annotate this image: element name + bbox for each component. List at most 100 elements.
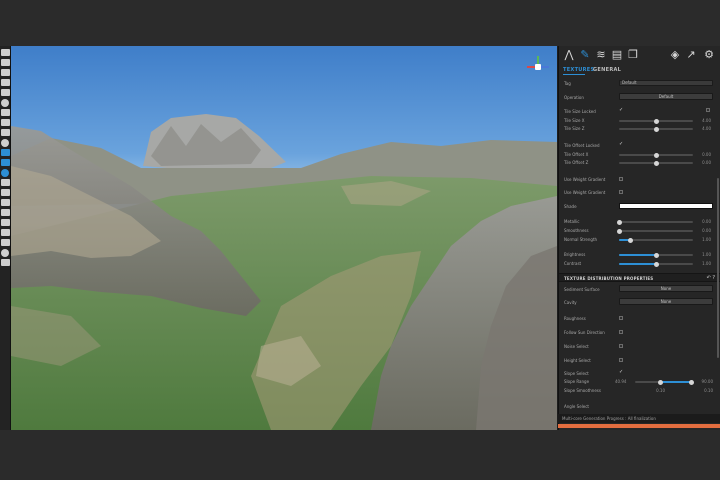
tile-offset-x-slider[interactable] [619, 152, 693, 158]
star-icon[interactable] [1, 259, 10, 266]
smoothness-value: 0.00 [702, 228, 711, 233]
close-icon[interactable] [1, 209, 10, 216]
tile-size-x-value: 4.00 [702, 118, 711, 123]
tile-offset-z-knob[interactable] [653, 160, 659, 166]
bottom-letterbox [0, 430, 720, 480]
slope-select-checkbox[interactable]: ✓ [619, 370, 624, 375]
layers-icon[interactable] [1, 129, 10, 136]
save-icon[interactable] [1, 79, 10, 86]
texture-distribution-header[interactable]: TEXTURE DISTRIBUTION PROPERTIES ↶ ? [559, 273, 720, 282]
normal-strength-slider[interactable] [619, 237, 693, 243]
cavity-dropdown[interactable]: None [619, 298, 713, 305]
slope-range-high-knob[interactable] [688, 379, 694, 385]
camera-icon[interactable] [1, 119, 10, 126]
follow-sun-direction-checkbox[interactable] [619, 330, 623, 334]
tab-general[interactable]: GENERAL [593, 67, 621, 73]
slope-range-low-knob[interactable] [657, 379, 663, 385]
angle-select-label: Angle Select [564, 404, 589, 409]
tile-size-lock-toggle[interactable] [706, 108, 710, 112]
height-select-checkbox[interactable] [619, 358, 623, 362]
brightness-label: Brightness [564, 252, 586, 257]
mask-icon[interactable] [1, 199, 10, 206]
slope-range-slider[interactable] [635, 379, 694, 385]
terrain-icon[interactable]: ⋀ [563, 49, 575, 61]
tile-size-z-label: Tile Size Z [564, 126, 585, 131]
contrast-slider[interactable] [619, 261, 693, 267]
shade-color-swatch[interactable] [619, 203, 713, 209]
grid-icon[interactable] [1, 109, 10, 116]
water-tool-icon[interactable] [1, 169, 9, 177]
tile-size-locked-checkbox[interactable]: ✓ [619, 108, 624, 113]
terrain-viewport[interactable] [11, 46, 557, 430]
use-weight-gradient-2-checkbox[interactable] [619, 190, 623, 194]
tile-size-z-knob[interactable] [653, 126, 659, 132]
brightness-slider[interactable] [619, 252, 693, 258]
texture-distribution-title: TEXTURE DISTRIBUTION PROPERTIES [564, 276, 654, 281]
metallic-label: Metallic [564, 219, 580, 224]
slope-range-min[interactable]: 40.94 [615, 379, 633, 384]
tile-size-z-slider[interactable] [619, 126, 693, 132]
sediment-surface-dropdown[interactable]: None [619, 285, 713, 292]
operation-label: Operation [564, 95, 584, 100]
tile-size-z-value: 4.00 [702, 126, 711, 131]
metallic-knob[interactable] [616, 219, 622, 225]
brush-icon[interactable]: ✎ [579, 49, 591, 61]
contrast-knob[interactable] [653, 261, 659, 267]
roughness-checkbox[interactable] [619, 316, 623, 320]
brightness-fill [619, 254, 656, 256]
active-tab-indicator [563, 74, 585, 75]
cube-icon[interactable]: ◈ [669, 49, 681, 61]
info-icon[interactable] [1, 249, 9, 257]
brightness-knob[interactable] [653, 252, 659, 258]
panel-tabs: TEXTURES GENERAL [559, 66, 720, 75]
water-icon[interactable]: ≋ [595, 49, 607, 61]
tile-offset-x-label: Tile Offset X [564, 152, 589, 157]
reset-help-icon[interactable]: ↶ ? [707, 275, 715, 281]
stamp-icon[interactable] [1, 179, 10, 186]
sun-icon[interactable] [1, 139, 9, 147]
use-weight-gradient-2-label: Use Weight Gradient [564, 190, 606, 195]
height-select-label: Height Select [564, 358, 591, 363]
contrast-value: 1.00 [702, 261, 711, 266]
tile-size-x-slider[interactable] [619, 118, 693, 124]
copy-icon[interactable]: ❐ [627, 49, 639, 61]
new-file-icon[interactable] [1, 49, 10, 56]
slope-smoothness-max[interactable]: 0.10 [695, 388, 713, 393]
noise-select-checkbox[interactable] [619, 344, 623, 348]
tile-offset-z-slider[interactable] [619, 160, 693, 166]
top-letterbox [0, 0, 720, 46]
erosion-icon[interactable] [1, 189, 10, 196]
tab-textures[interactable]: TEXTURES [563, 67, 594, 73]
slope-smoothness-min[interactable]: 0.10 [647, 388, 665, 393]
brush-tool-icon[interactable] [1, 159, 10, 166]
normal-strength-knob[interactable] [627, 237, 633, 243]
gear-icon[interactable]: ⚙ [703, 49, 715, 61]
metallic-value: 0.00 [702, 219, 711, 224]
globe-icon[interactable] [1, 99, 9, 107]
open-file-icon[interactable] [1, 59, 10, 66]
smoothness-slider[interactable] [616, 228, 693, 234]
cavity-label: Cavity [564, 300, 577, 305]
share-icon[interactable]: ↗ [685, 49, 697, 61]
orientation-gizmo[interactable] [527, 56, 549, 78]
tile-offset-locked-checkbox[interactable]: ✓ [619, 142, 624, 147]
image-icon[interactable] [1, 229, 10, 236]
metallic-slider[interactable] [616, 219, 693, 225]
tag-field[interactable]: Default [619, 80, 713, 86]
brightness-value: 1.00 [702, 252, 711, 257]
slope-range-max[interactable]: 90.00 [695, 379, 713, 384]
smoothness-knob[interactable] [616, 228, 622, 234]
shade-label: Shade [564, 204, 577, 209]
tile-size-x-knob[interactable] [653, 118, 659, 124]
terrain-tool-icon[interactable] [1, 149, 10, 156]
operation-dropdown[interactable]: Default [619, 93, 713, 100]
use-weight-gradient-checkbox[interactable] [619, 177, 623, 181]
export-icon[interactable] [1, 89, 10, 96]
tile-offset-x-knob[interactable] [653, 152, 659, 158]
noise-select-label: Noise Select [564, 344, 589, 349]
select-icon[interactable] [1, 219, 10, 226]
copy-icon[interactable] [1, 69, 10, 76]
panel-scrollbar[interactable] [717, 178, 719, 358]
map-icon[interactable]: ▤ [611, 49, 623, 61]
monitor-icon[interactable] [1, 239, 10, 246]
